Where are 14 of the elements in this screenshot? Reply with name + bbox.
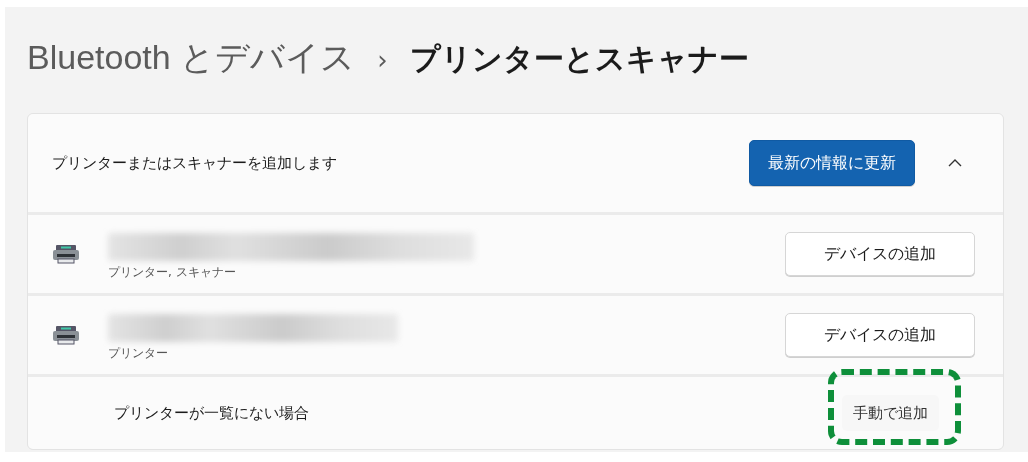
add-device-button[interactable]: デバイスの追加: [785, 313, 975, 357]
printer-icon: [52, 244, 80, 264]
add-device-button[interactable]: デバイスの追加: [785, 232, 975, 276]
section-title: プリンターまたはスキャナーを追加します: [52, 153, 338, 173]
refresh-button[interactable]: 最新の情報に更新: [749, 140, 915, 186]
breadcrumb-link[interactable]: Bluetooth とデバイス: [27, 35, 356, 81]
manual-add-button[interactable]: 手動で追加: [842, 395, 939, 431]
chevron-up-icon: [948, 158, 962, 168]
printer-icon: [52, 325, 80, 345]
chevron-icon: ›: [377, 45, 388, 75]
page-title: プリンターとスキャナー: [409, 40, 749, 78]
not-listed-label: プリンターが一覧にない場合: [114, 403, 310, 423]
device-type: プリンター, スキャナー: [108, 264, 237, 281]
device-type: プリンター: [108, 345, 169, 362]
